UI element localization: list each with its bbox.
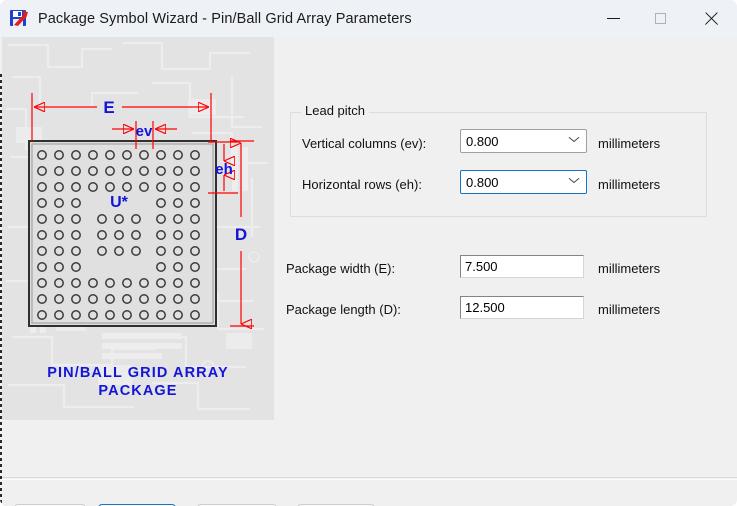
footer-separator xyxy=(0,477,737,478)
dialog-client-area: E ev eh D U* PIN/BALL GRID ARRAY PACKAGE… xyxy=(0,37,737,506)
caption-button-group xyxy=(590,0,737,37)
package-width-label: Package width (E): xyxy=(286,261,396,276)
lead-pitch-legend: Lead pitch xyxy=(301,103,369,118)
illustration-caption: PIN/BALL GRID ARRAY PACKAGE xyxy=(2,364,274,400)
vertical-columns-value: 0.800 xyxy=(466,133,499,149)
window-title: Package Symbol Wizard - Pin/Ball Grid Ar… xyxy=(38,10,412,27)
package-symbol-wizard-window: Package Symbol Wizard - Pin/Ball Grid Ar… xyxy=(0,0,737,506)
horizontal-rows-label: Horizontal rows (eh): xyxy=(302,177,422,192)
package-wizard-icon xyxy=(9,9,29,29)
horizontal-rows-combobox[interactable]: 0.800 xyxy=(460,170,587,194)
package-length-label: Package length (D): xyxy=(286,302,401,317)
window-left-edge xyxy=(0,74,2,506)
minimize-button[interactable] xyxy=(590,0,637,37)
package-illustration-panel: E ev eh D U* PIN/BALL GRID ARRAY PACKAGE xyxy=(2,37,274,420)
svg-text:eh: eh xyxy=(215,161,233,178)
chevron-down-icon[interactable] xyxy=(564,130,586,152)
package-width-value: 7.500 xyxy=(465,259,498,274)
package-drawing: E ev eh D U* xyxy=(28,93,254,420)
close-button[interactable] xyxy=(684,0,737,37)
maximize-button[interactable] xyxy=(637,0,684,37)
chevron-down-icon[interactable] xyxy=(564,171,586,193)
illustration-caption-line2: PACKAGE xyxy=(98,383,178,399)
illustration-caption-line1: PIN/BALL GRID ARRAY xyxy=(47,365,229,381)
horizontal-rows-value: 0.800 xyxy=(466,174,499,190)
svg-text:E: E xyxy=(103,98,114,117)
svg-text:U*: U* xyxy=(110,194,129,211)
vertical-columns-unit: millimeters xyxy=(598,136,661,151)
horizontal-rows-unit: millimeters xyxy=(598,177,661,192)
minimize-icon xyxy=(607,17,620,20)
close-icon xyxy=(704,12,718,26)
package-length-input[interactable]: 12.500 xyxy=(460,296,584,319)
title-bar: Package Symbol Wizard - Pin/Ball Grid Ar… xyxy=(0,0,737,37)
svg-text:D: D xyxy=(235,225,247,244)
svg-text:ev: ev xyxy=(136,123,153,140)
package-length-unit: millimeters xyxy=(598,302,661,317)
maximize-icon xyxy=(655,13,666,24)
button-row: < Back Next > Cancel Help CSDN @步进电机0 xyxy=(0,480,737,506)
lead-pitch-group xyxy=(290,112,707,217)
package-width-input[interactable]: 7.500 xyxy=(460,255,584,278)
package-width-unit: millimeters xyxy=(598,261,661,276)
vertical-columns-label: Vertical columns (ev): xyxy=(302,136,427,151)
package-length-value: 12.500 xyxy=(465,300,505,315)
vertical-columns-combobox[interactable]: 0.800 xyxy=(460,129,587,153)
